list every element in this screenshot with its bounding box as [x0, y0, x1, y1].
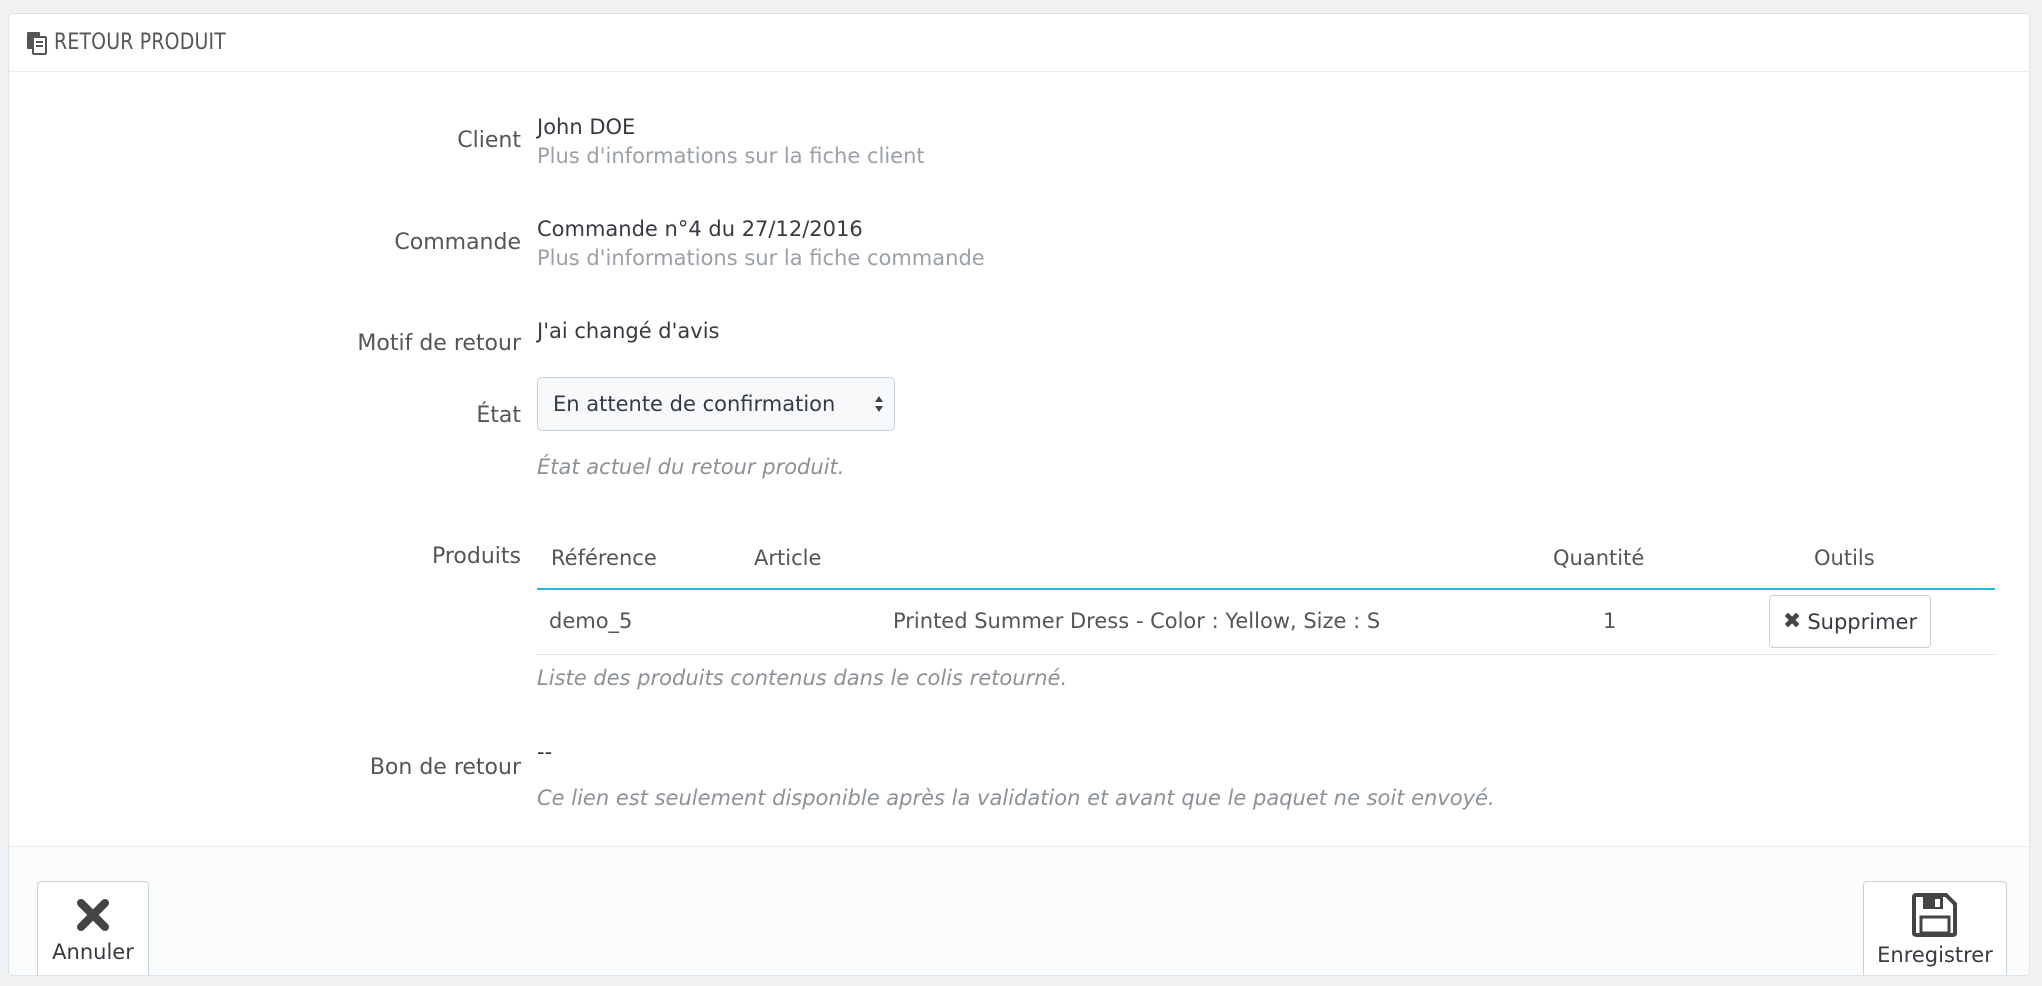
- save-label: Enregistrer: [1877, 943, 1993, 967]
- return-panel: RETOUR PRODUIT Client John DOE Plus d'in…: [8, 13, 2030, 976]
- cell-quantity: 1: [1603, 609, 1617, 633]
- return-slip-help: Ce lien est seulement disponible après l…: [537, 786, 1495, 810]
- save-icon: [1912, 893, 1957, 937]
- reason-value: J'ai changé d'avis: [537, 319, 720, 343]
- state-help: État actuel du retour produit.: [537, 455, 845, 479]
- client-name: John DOE: [537, 115, 636, 139]
- table-row: demo_5 Printed Summer Dress - Color : Ye…: [537, 590, 1995, 655]
- products-help: Liste des produits contenus dans le coli…: [537, 666, 1068, 690]
- order-label: Commande: [394, 230, 521, 255]
- client-label: Client: [457, 128, 521, 153]
- return-slip-value: --: [537, 740, 553, 764]
- state-selected-value: En attente de confirmation: [553, 392, 836, 416]
- return-document-icon: [27, 31, 47, 55]
- cancel-label: Annuler: [52, 940, 134, 964]
- return-slip-label: Bon de retour: [369, 755, 521, 780]
- delete-label: Supprimer: [1807, 609, 1918, 634]
- order-value: Commande n°4 du 27/12/2016: [537, 217, 863, 241]
- reason-label: Motif de retour: [357, 331, 521, 356]
- save-button[interactable]: Enregistrer: [1863, 881, 2007, 975]
- panel-heading: RETOUR PRODUIT: [9, 14, 2029, 72]
- products-table-header: Référence Article Quantité Outils: [537, 534, 1995, 590]
- column-reference: Référence: [551, 546, 657, 570]
- state-label: État: [476, 403, 521, 428]
- cell-reference: demo_5: [549, 609, 633, 633]
- delete-product-button[interactable]: ✖ Supprimer: [1769, 595, 1931, 648]
- client-info-link[interactable]: Plus d'informations sur la fiche client: [537, 144, 925, 168]
- panel-footer: Annuler Enregistrer: [9, 846, 2029, 975]
- page-title: RETOUR PRODUIT: [54, 30, 226, 55]
- order-info-link[interactable]: Plus d'informations sur la fiche command…: [537, 246, 985, 270]
- column-tools: Outils: [1814, 546, 1875, 570]
- products-label: Produits: [431, 544, 521, 569]
- close-icon: [77, 899, 109, 931]
- select-arrows-icon: [875, 396, 883, 412]
- close-icon: ✖: [1782, 609, 1802, 634]
- cell-article: Printed Summer Dress - Color : Yellow, S…: [893, 609, 1381, 633]
- state-select[interactable]: En attente de confirmation: [537, 377, 895, 431]
- cancel-button[interactable]: Annuler: [37, 881, 149, 975]
- column-quantity: Quantité: [1553, 546, 1645, 570]
- column-article: Article: [754, 546, 822, 570]
